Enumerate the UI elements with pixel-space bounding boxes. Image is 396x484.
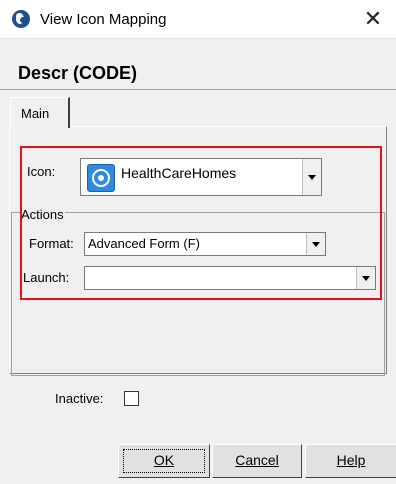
inactive-label: Inactive:: [55, 391, 104, 406]
cancel-button[interactable]: Cancel: [212, 444, 302, 478]
icon-select-value: HealthCareHomes: [121, 165, 237, 181]
actions-group-label: Actions: [20, 207, 65, 222]
close-button[interactable]: ✕: [350, 0, 396, 38]
record-header: Descr (CODE): [0, 39, 396, 90]
format-select[interactable]: Advanced Form (F): [84, 232, 326, 256]
icon-dropdown-button[interactable]: [302, 159, 321, 195]
cancel-button-label: Cancel: [235, 452, 279, 468]
format-select-value: Advanced Form (F): [88, 236, 200, 251]
tab-main-label[interactable]: Main: [21, 106, 49, 121]
help-button-label: Help: [336, 452, 366, 468]
format-dropdown-button[interactable]: [306, 233, 325, 255]
title-bar: View Icon Mapping ✕: [0, 0, 396, 39]
inactive-checkbox[interactable]: [124, 391, 139, 406]
record-description: Descr (CODE): [18, 63, 138, 83]
healthcarehomes-icon: [87, 164, 115, 192]
globe-app-icon: [12, 10, 30, 28]
help-button[interactable]: Help: [305, 444, 396, 478]
launch-select[interactable]: [84, 266, 376, 290]
launch-label: Launch:: [23, 270, 70, 285]
icon-select[interactable]: HealthCareHomes: [80, 158, 322, 196]
ok-button[interactable]: OK: [118, 444, 210, 478]
close-icon[interactable]: ✕: [364, 8, 382, 30]
format-label: Format:: [29, 236, 74, 251]
icon-label: Icon:: [27, 164, 56, 179]
ok-button-label: OK: [153, 452, 175, 468]
window-title: View Icon Mapping: [40, 11, 167, 28]
tab-main[interactable]: Main: [10, 97, 70, 128]
launch-dropdown-button[interactable]: [356, 267, 375, 289]
